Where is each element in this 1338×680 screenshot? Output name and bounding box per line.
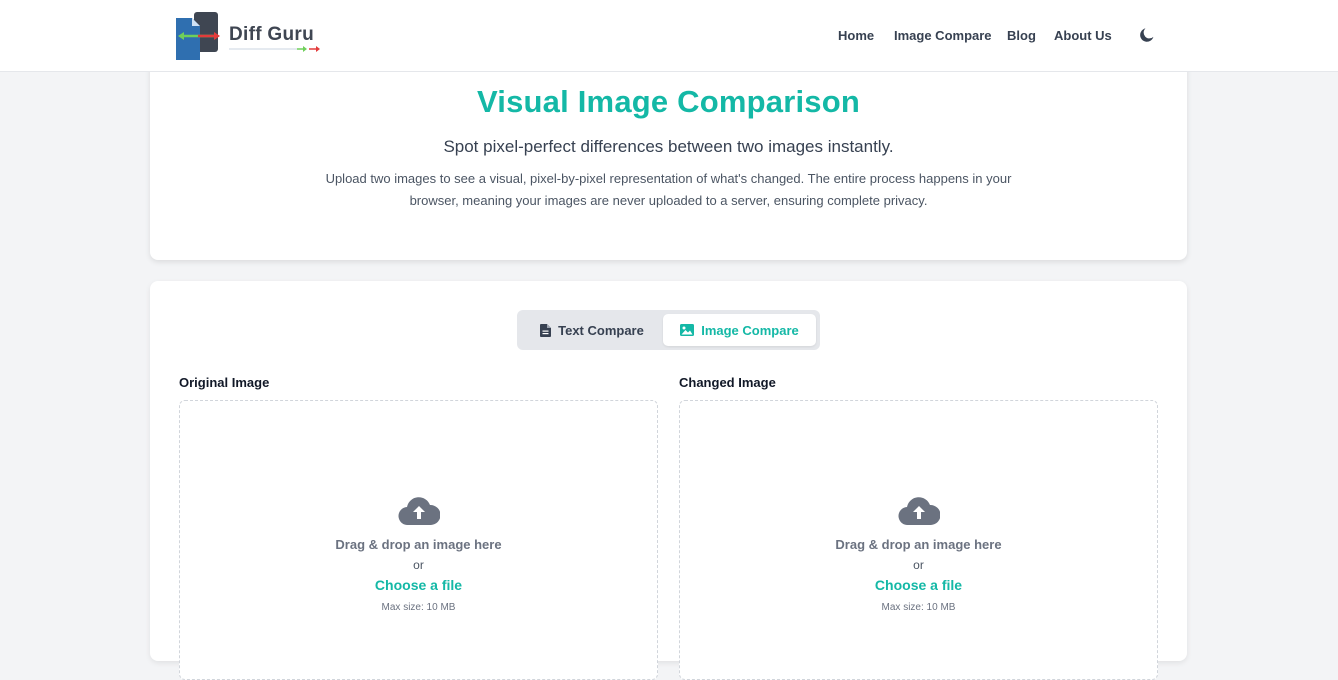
file-text-icon xyxy=(540,323,552,337)
text-compare-button[interactable]: Text Compare xyxy=(521,314,663,346)
image-compare-button[interactable]: Image Compare xyxy=(663,314,816,346)
navbar: Diff Guru Home Image Compare Blog About … xyxy=(0,0,1338,72)
brand-name: Diff Guru xyxy=(229,24,315,45)
image-icon xyxy=(680,324,695,336)
or-text: or xyxy=(413,558,424,572)
drag-drop-text: Drag & drop an image here xyxy=(335,537,502,552)
choose-file-link[interactable]: Choose a file xyxy=(875,575,962,595)
logo-icon xyxy=(176,12,220,60)
moon-icon[interactable] xyxy=(1138,26,1156,44)
dropzone-content: Drag & drop an image here or Choose a fi… xyxy=(180,496,657,615)
nav-home[interactable]: Home xyxy=(838,28,874,43)
max-size-text: Max size: 10 MB xyxy=(381,602,456,613)
cloud-upload-icon xyxy=(398,497,440,526)
page-title: Visual Image Comparison xyxy=(476,84,861,119)
page-subtitle: Spot pixel-perfect differences between t… xyxy=(443,137,894,156)
cloud-upload-icon xyxy=(898,497,940,526)
choose-file-link[interactable]: Choose a file xyxy=(375,575,462,595)
changed-image-label: Changed Image xyxy=(679,375,776,390)
original-image-dropzone[interactable]: Drag & drop an image here or Choose a fi… xyxy=(179,400,658,680)
drag-drop-text: Drag & drop an image here xyxy=(835,537,1002,552)
image-compare-label: Image Compare xyxy=(701,322,799,338)
nav-about-us[interactable]: About Us xyxy=(1054,28,1112,43)
hero-card: Visual Image Comparison Spot pixel-perfe… xyxy=(150,60,1187,260)
mode-toggle: Text Compare Image Compare xyxy=(517,310,820,350)
logo-underline-arrows xyxy=(229,46,320,52)
brand-logo[interactable]: Diff Guru xyxy=(174,10,320,62)
or-text: or xyxy=(913,558,924,572)
text-compare-label: Text Compare xyxy=(558,322,644,338)
original-image-label: Original Image xyxy=(179,375,270,390)
dropzone-content: Drag & drop an image here or Choose a fi… xyxy=(680,496,1157,615)
nav-blog[interactable]: Blog xyxy=(1007,28,1036,43)
page-description: Upload two images to see a visual, pixel… xyxy=(325,171,1012,208)
changed-image-dropzone[interactable]: Drag & drop an image here or Choose a fi… xyxy=(679,400,1158,680)
max-size-text: Max size: 10 MB xyxy=(881,602,956,613)
compare-panel: Text Compare Image Compare Original Imag… xyxy=(150,281,1187,680)
nav-image-compare[interactable]: Image Compare xyxy=(894,28,992,43)
